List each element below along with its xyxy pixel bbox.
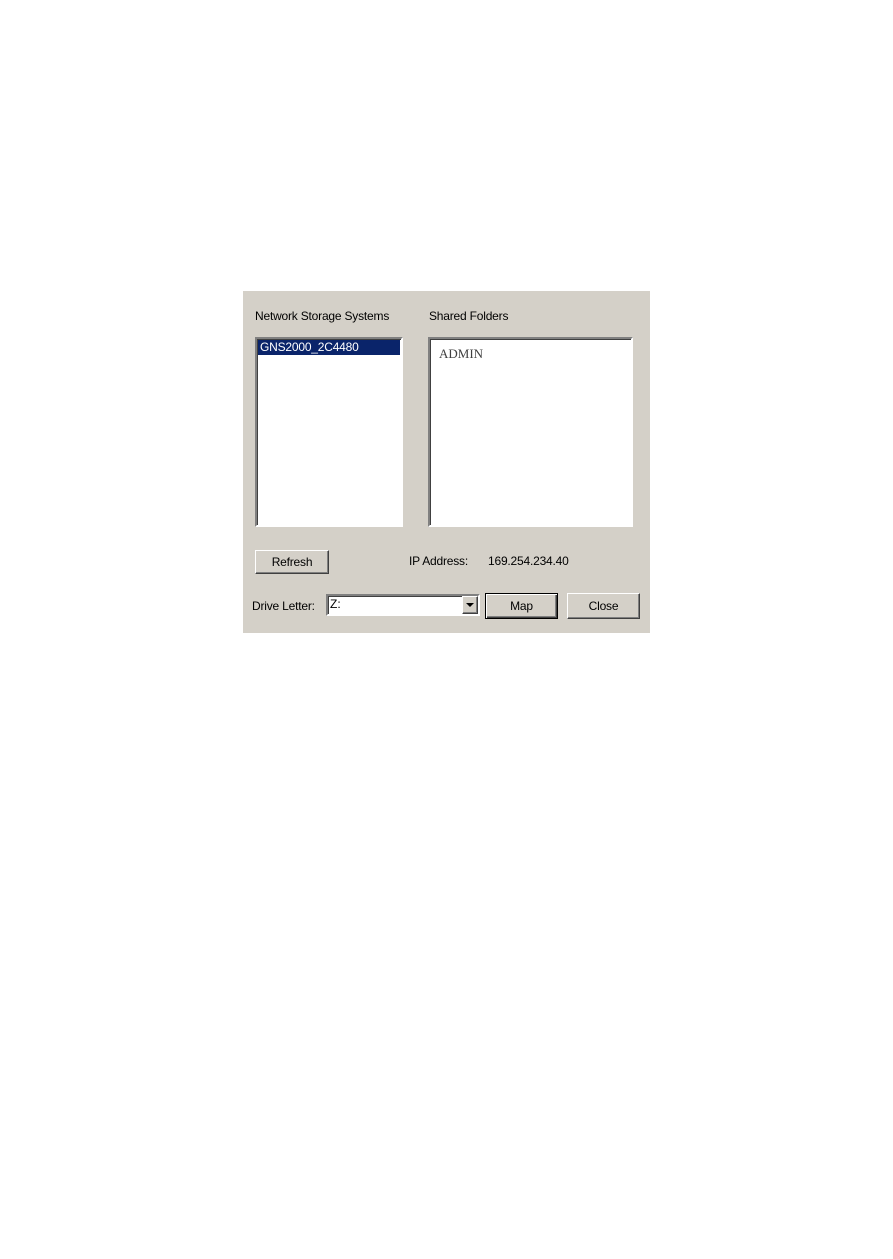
refresh-button[interactable]: Refresh [255,550,329,574]
shared-folders-list[interactable]: ADMIN [428,337,633,527]
close-button[interactable]: Close [567,593,640,619]
storage-systems-label: Network Storage Systems [255,309,390,323]
storage-system-item[interactable]: GNS2000_2C4480 [258,340,400,355]
map-drive-dialog: Network Storage Systems Shared Folders G… [243,291,650,633]
dropdown-button[interactable] [462,596,478,614]
ip-address-label: IP Address: [409,554,468,568]
drive-letter-select[interactable]: Z: [326,594,480,616]
shared-folders-label: Shared Folders [429,309,509,323]
chevron-down-icon [466,603,474,607]
ip-address-value: 169.254.234.40 [488,554,569,568]
map-button[interactable]: Map [485,593,558,619]
shared-folder-item[interactable]: ADMIN [439,346,483,362]
drive-letter-label: Drive Letter: [252,599,315,613]
storage-systems-list[interactable]: GNS2000_2C4480 [255,337,403,527]
drive-letter-value: Z: [330,597,341,611]
